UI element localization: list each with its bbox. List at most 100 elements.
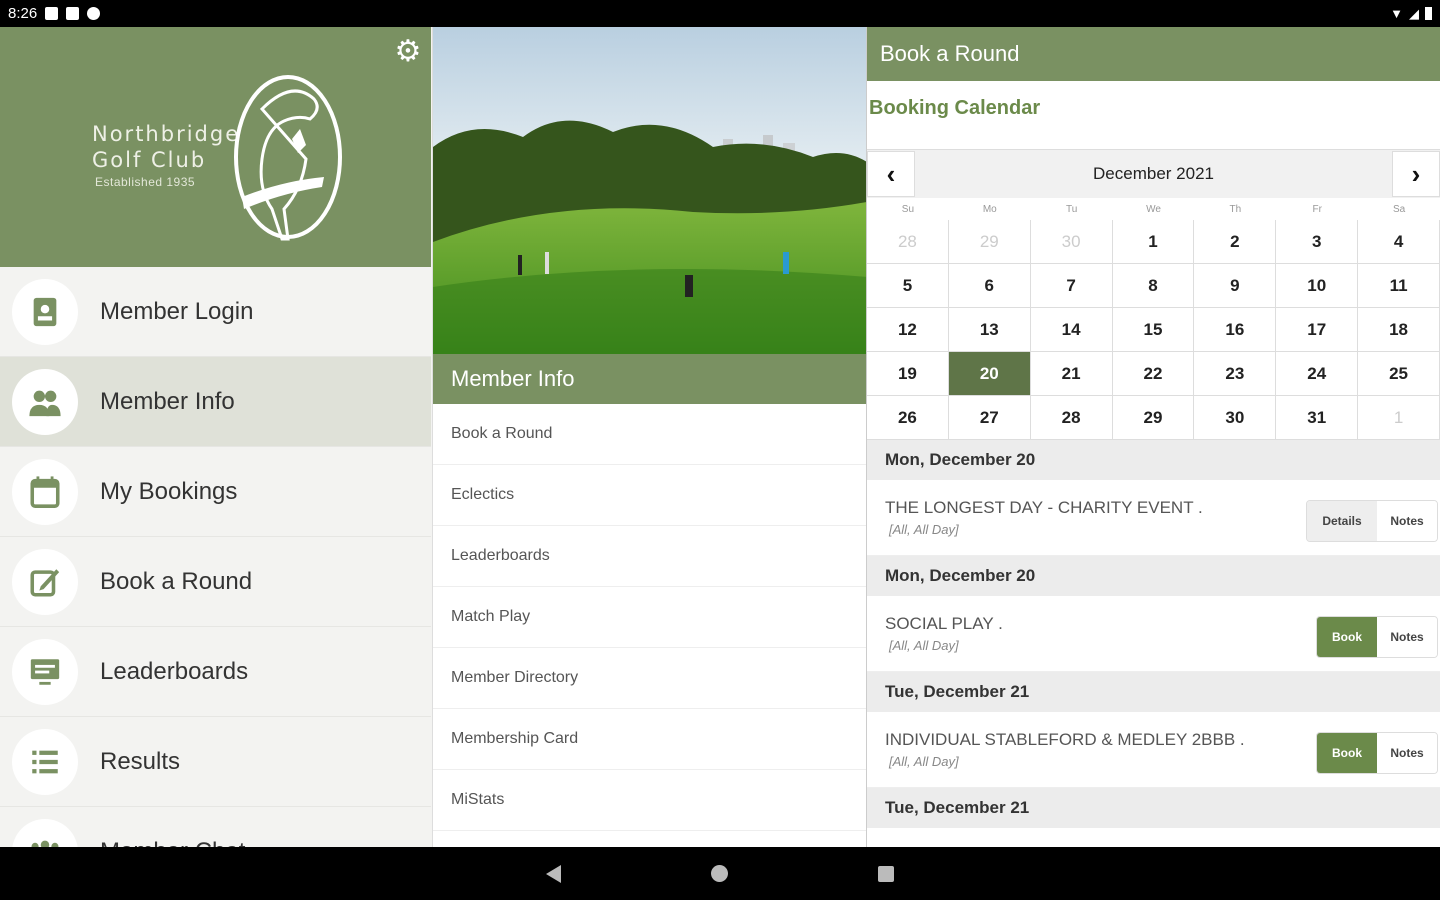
status-time: 8:26 bbox=[8, 5, 38, 22]
calendar-icon bbox=[12, 458, 78, 525]
event-row: SOCIAL PLAY . [All, All Day] Book Notes bbox=[867, 596, 1440, 672]
calendar-day[interactable]: 15 bbox=[1112, 308, 1195, 352]
chevron-right-icon: › bbox=[1411, 158, 1421, 189]
calendar-day[interactable]: 24 bbox=[1276, 352, 1359, 396]
android-nav-bar bbox=[0, 847, 1440, 900]
event-date: Tue, December 21 bbox=[867, 672, 1440, 712]
menu-item-my-bookings[interactable]: My Bookings bbox=[0, 447, 431, 537]
menu-item-member-login[interactable]: Member Login bbox=[0, 267, 431, 357]
calendar-day[interactable]: 19 bbox=[867, 352, 949, 396]
calendar-day[interactable]: 21 bbox=[1030, 352, 1113, 396]
home-icon[interactable] bbox=[711, 865, 728, 882]
calendar-month: December 2021 bbox=[1093, 164, 1214, 183]
calendar-day[interactable]: 23 bbox=[1194, 352, 1277, 396]
calendar-day[interactable]: 9 bbox=[1194, 264, 1277, 308]
member-info-item[interactable]: Leaderboards bbox=[433, 526, 866, 587]
members-icon bbox=[12, 368, 78, 435]
menu-item-book-a-round[interactable]: Book a Round bbox=[0, 537, 431, 627]
battery-icon bbox=[1425, 7, 1432, 20]
event-date: Tue, December 21 bbox=[867, 788, 1440, 828]
event-actions: Book Notes bbox=[1316, 616, 1438, 658]
calendar-day[interactable]: 2 bbox=[1194, 220, 1277, 264]
calendar-day[interactable]: 30 bbox=[1194, 396, 1277, 440]
calendar-day[interactable]: 25 bbox=[1358, 352, 1440, 396]
signal-icon: ◢ bbox=[1409, 5, 1419, 21]
club-header: ⚙ Northbridge Golf Club Established 1935 bbox=[0, 27, 431, 267]
list-icon bbox=[12, 728, 78, 795]
menu-label: Results bbox=[100, 747, 181, 775]
menu-item-leaderboards[interactable]: Leaderboards bbox=[0, 627, 431, 717]
notes-button[interactable]: Notes bbox=[1377, 733, 1437, 773]
app: ⚙ Northbridge Golf Club Established 1935… bbox=[0, 27, 1440, 847]
next-month-button[interactable]: › bbox=[1392, 151, 1440, 197]
weekday-label: Fr bbox=[1312, 203, 1322, 215]
member-info-item[interactable]: Member Directory bbox=[433, 648, 866, 709]
calendar-day[interactable]: 28 bbox=[1030, 396, 1113, 440]
calendar-day[interactable]: 1 bbox=[1358, 396, 1440, 440]
menu-label: Member Login bbox=[100, 297, 254, 325]
member-info-item[interactable]: Membership Card bbox=[433, 709, 866, 770]
recents-icon[interactable] bbox=[878, 865, 894, 882]
menu-label: Member Info bbox=[100, 387, 235, 415]
member-info-item[interactable]: Book a Round bbox=[433, 404, 866, 465]
member-info-item[interactable]: Eclectics bbox=[433, 465, 866, 526]
calendar-header: ‹ December 2021 › bbox=[867, 150, 1440, 198]
back-icon[interactable] bbox=[546, 864, 561, 883]
group-icon bbox=[12, 818, 78, 847]
calendar-day[interactable]: 8 bbox=[1112, 264, 1195, 308]
calendar-day[interactable]: 1 bbox=[1112, 220, 1195, 264]
calendar-day[interactable]: 29 bbox=[948, 220, 1031, 264]
calendar-day[interactable]: 11 bbox=[1358, 264, 1440, 308]
calendar-day[interactable]: 6 bbox=[948, 264, 1031, 308]
calendar-day[interactable]: 4 bbox=[1358, 220, 1440, 264]
notes-button[interactable]: Notes bbox=[1377, 617, 1437, 657]
menu-item-results[interactable]: Results bbox=[0, 717, 431, 807]
calendar-day[interactable]: 5 bbox=[867, 264, 949, 308]
book-button[interactable]: Book bbox=[1317, 733, 1377, 773]
calendar-day[interactable]: 14 bbox=[1030, 308, 1113, 352]
edit-icon bbox=[12, 548, 78, 615]
book-button[interactable]: Book bbox=[1317, 617, 1377, 657]
member-info-header: Member Info bbox=[433, 354, 866, 404]
event-list: Mon, December 20 THE LONGEST DAY - CHARI… bbox=[867, 440, 1440, 828]
booking-calendar: ‹ December 2021 › Su Mo Tu We Th Fr Sa 2… bbox=[867, 149, 1440, 440]
weekday-label: Tu bbox=[1065, 203, 1078, 215]
book-a-round-header: Book a Round bbox=[867, 27, 1440, 81]
monitor-icon bbox=[12, 638, 78, 705]
calendar-day[interactable]: 26 bbox=[867, 396, 949, 440]
calendar-day[interactable]: 22 bbox=[1112, 352, 1195, 396]
menu-label: Leaderboards bbox=[100, 657, 249, 685]
calendar-day[interactable]: 13 bbox=[948, 308, 1031, 352]
calendar-day[interactable]: 30 bbox=[1030, 220, 1113, 264]
calendar-grid: 28 29 30 1 2 3 4 5 6 7 8 9 10 11 12 13 14 15 16 17 18 19 20 21 2… bbox=[867, 220, 1440, 440]
calendar-day[interactable]: 7 bbox=[1030, 264, 1113, 308]
notes-button[interactable]: Notes bbox=[1377, 501, 1437, 541]
settings-gear-icon[interactable]: ⚙ bbox=[393, 37, 423, 67]
event-row: INDIVIDUAL STABLEFORD & MEDLEY 2BBB . [A… bbox=[867, 712, 1440, 788]
details-button[interactable]: Details bbox=[1307, 501, 1377, 541]
menu-label: Book a Round bbox=[100, 567, 253, 595]
member-info-item[interactable]: Match Play bbox=[433, 587, 866, 648]
calendar-day[interactable]: 18 bbox=[1358, 308, 1440, 352]
golf-course-photo bbox=[433, 27, 866, 354]
calendar-day[interactable]: 17 bbox=[1276, 308, 1359, 352]
calendar-day[interactable]: 12 bbox=[867, 308, 949, 352]
weekday-label: Su bbox=[901, 203, 915, 215]
prev-month-button[interactable]: ‹ bbox=[867, 151, 915, 197]
calendar-day[interactable]: 16 bbox=[1194, 308, 1277, 352]
calendar-day[interactable]: 31 bbox=[1276, 396, 1359, 440]
calendar-day[interactable]: 29 bbox=[1112, 396, 1195, 440]
menu-item-member-info[interactable]: Member Info bbox=[0, 357, 431, 447]
member-info-item[interactable]: MiStats bbox=[433, 770, 866, 831]
calendar-day[interactable]: 27 bbox=[948, 396, 1031, 440]
calendar-weekdays: Su Mo Tu We Th Fr Sa bbox=[867, 198, 1440, 220]
calendar-day[interactable]: 20 bbox=[948, 352, 1031, 396]
menu-item-member-chat[interactable]: Member Chat bbox=[0, 807, 431, 847]
event-date: Mon, December 20 bbox=[867, 440, 1440, 480]
club-name-line2: Golf Club bbox=[92, 148, 207, 172]
calendar-day[interactable]: 10 bbox=[1276, 264, 1359, 308]
sync-icon bbox=[87, 7, 101, 20]
calendar-day[interactable]: 28 bbox=[867, 220, 949, 264]
calendar-day[interactable]: 3 bbox=[1276, 220, 1359, 264]
menu-label: Member Chat bbox=[100, 838, 245, 848]
